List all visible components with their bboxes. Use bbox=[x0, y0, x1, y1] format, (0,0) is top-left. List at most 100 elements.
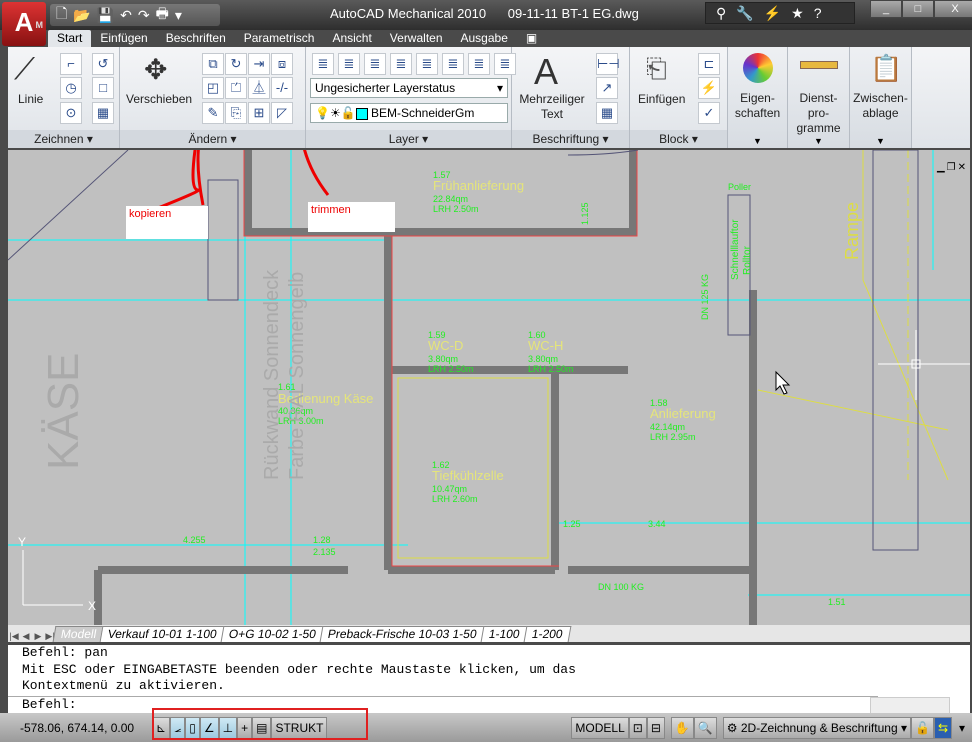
mirror-icon[interactable]: ⏅ bbox=[248, 77, 270, 99]
layout-tab[interactable]: 1-200 bbox=[523, 626, 571, 642]
layout-tab[interactable]: Preback-Frische 10-03 1-50 bbox=[319, 626, 486, 642]
save-icon[interactable]: 💾 bbox=[97, 7, 114, 24]
dienstprogramme-button[interactable]: Dienst-pro-gramme ▼ bbox=[788, 47, 850, 148]
undo-icon[interactable]: ↶ bbox=[120, 7, 132, 24]
insert-block-icon[interactable]: ⎗ bbox=[646, 53, 667, 85]
eigenschaften-button[interactable]: Eigen-schaften ▼ bbox=[728, 47, 788, 148]
first-tab-icon[interactable]: |◀ bbox=[8, 631, 20, 642]
workspace-switch[interactable]: ⚙ 2D-Zeichnung & Beschriftung ▾ bbox=[722, 716, 911, 739]
lock-icon[interactable]: 🔓 bbox=[910, 716, 934, 739]
offset-icon[interactable]: ◰ bbox=[202, 77, 224, 99]
strukt-toggle[interactable]: STRUKT bbox=[271, 716, 328, 739]
tab-start[interactable]: Start bbox=[48, 30, 92, 47]
circle-icon[interactable]: ◷ bbox=[60, 77, 82, 99]
dynamic-input-toggle[interactable]: + bbox=[237, 716, 253, 739]
tab-beschriften[interactable]: Beschriften bbox=[157, 30, 235, 47]
leader-icon[interactable]: ↗ bbox=[596, 77, 618, 99]
chamfer-icon[interactable]: ◸ bbox=[271, 102, 293, 124]
pan-icon[interactable]: ✋ bbox=[670, 716, 694, 739]
open-icon[interactable]: 📂 bbox=[73, 7, 90, 24]
new-icon[interactable]: 🗋 bbox=[56, 3, 67, 27]
layer-isolate-icon[interactable]: ≣ bbox=[416, 53, 438, 75]
panel-label[interactable]: Beschriftung ▾ bbox=[512, 130, 629, 148]
drawing-canvas[interactable]: Frühanlieferung WC-D WC-H Bedienung Käse… bbox=[8, 150, 970, 625]
help-icon[interactable]: ? bbox=[814, 5, 822, 21]
layout-tab[interactable]: O+G 10-02 1-50 bbox=[220, 626, 325, 642]
layer-state-icon[interactable]: ≣ bbox=[338, 53, 360, 75]
layer-dropdown[interactable]: 💡☀🔓 BEM-SchneiderGm bbox=[310, 103, 508, 123]
command-scrollbar[interactable] bbox=[870, 697, 950, 714]
grid-array-icon[interactable]: ⊞ bbox=[248, 102, 270, 124]
layout-view-icon[interactable]: ⊡ bbox=[628, 716, 647, 739]
tab-ausgabe[interactable]: Ausgabe bbox=[452, 30, 517, 47]
polyline-icon[interactable]: ⌐ bbox=[60, 53, 82, 75]
attribute-icon[interactable]: ✓ bbox=[698, 102, 720, 124]
layout-tab-modell[interactable]: Modell bbox=[52, 626, 105, 642]
panel-label[interactable]: Zeichnen ▾ bbox=[8, 130, 119, 148]
binoculars-icon[interactable]: ⚲ bbox=[716, 5, 726, 22]
application-menu-button[interactable]: AM bbox=[2, 2, 46, 46]
erase-icon[interactable]: ✎ bbox=[202, 102, 224, 124]
wrench-icon[interactable]: 🔧 bbox=[736, 5, 753, 22]
viewport-minimize-button[interactable]: ▁ bbox=[937, 162, 945, 173]
snap-toggle[interactable]: ⊾ bbox=[152, 716, 171, 739]
minimize-button[interactable]: _ bbox=[870, 0, 902, 18]
tab-einfuegen[interactable]: Einfügen bbox=[91, 30, 156, 47]
edit-block-icon[interactable]: ⚡ bbox=[698, 77, 720, 99]
layer-match-icon[interactable]: ≣ bbox=[364, 53, 386, 75]
ellipse-icon[interactable]: ⊙ bbox=[60, 102, 82, 124]
status-menu-icon[interactable]: ▾ bbox=[952, 721, 972, 735]
layer-properties-icon[interactable]: ≣ bbox=[312, 53, 334, 75]
array-icon[interactable]: ⧈ bbox=[271, 53, 293, 75]
panel-label[interactable]: Layer ▾ bbox=[306, 130, 511, 148]
modell-toggle[interactable]: MODELL bbox=[571, 716, 629, 739]
polar-tracking-toggle[interactable]: ⦟ bbox=[170, 716, 186, 739]
layout-tab[interactable]: Verkauf 10-01 1-100 bbox=[99, 626, 226, 642]
hatch-icon[interactable]: ▦ bbox=[92, 102, 114, 124]
panel-label[interactable]: Block ▾ bbox=[630, 130, 727, 148]
close-button[interactable]: X bbox=[934, 0, 972, 18]
prev-tab-icon[interactable]: ◀ bbox=[20, 631, 32, 642]
line-icon[interactable]: ⟋ bbox=[14, 53, 35, 87]
stretch-icon[interactable]: ⇥ bbox=[248, 53, 270, 75]
redo-icon[interactable]: ↷ bbox=[138, 7, 150, 24]
rotate-icon[interactable]: ↻ bbox=[225, 53, 247, 75]
plot-icon[interactable]: 🖶 bbox=[156, 3, 169, 27]
layer-unisolate-icon[interactable]: ≣ bbox=[442, 53, 464, 75]
multiline-text-button[interactable]: Mehrzeiliger Text bbox=[516, 92, 588, 122]
linie-button[interactable]: Linie bbox=[18, 92, 43, 107]
object-snap-toggle[interactable]: ▯ bbox=[185, 716, 200, 739]
next-tab-icon[interactable]: ▶ bbox=[32, 631, 44, 642]
layer-previous-icon[interactable]: ≣ bbox=[390, 53, 412, 75]
fillet-icon[interactable]: ⏍ bbox=[225, 77, 247, 99]
text-icon[interactable]: A bbox=[534, 51, 558, 93]
maximize-button[interactable]: □ bbox=[902, 0, 934, 18]
ribbon-minimize-icon[interactable]: ▣ bbox=[517, 30, 546, 47]
viewport-close-button[interactable]: ✕ bbox=[958, 162, 966, 173]
tab-parametrisch[interactable]: Parametrisch bbox=[235, 30, 324, 47]
create-block-icon[interactable]: ⊏ bbox=[698, 53, 720, 75]
trim-icon[interactable]: -/- bbox=[271, 77, 293, 99]
explode-icon[interactable]: ⎘ bbox=[225, 102, 247, 124]
tab-ansicht[interactable]: Ansicht bbox=[323, 30, 380, 47]
dimension-icon[interactable]: ⊢⊣ bbox=[596, 53, 620, 75]
lineweight-toggle[interactable]: ▤ bbox=[252, 716, 272, 739]
tab-verwalten[interactable]: Verwalten bbox=[381, 30, 452, 47]
table-icon[interactable]: ▦ bbox=[596, 102, 618, 124]
dynamic-ucs-toggle[interactable]: ⊥ bbox=[218, 716, 238, 739]
object-tracking-toggle[interactable]: ∠ bbox=[199, 716, 219, 739]
einfuegen-button[interactable]: Einfügen bbox=[638, 92, 685, 107]
panel-label[interactable]: Ändern ▾ bbox=[120, 130, 305, 148]
star-icon[interactable]: ★ bbox=[791, 5, 804, 22]
spline-icon[interactable]: ↺ bbox=[92, 53, 114, 75]
rectangle-icon[interactable]: □ bbox=[92, 77, 114, 99]
satellite-icon[interactable]: ⚡ bbox=[764, 5, 781, 22]
quick-view-icon[interactable]: ⊟ bbox=[646, 716, 665, 739]
layout-tab[interactable]: 1-100 bbox=[480, 626, 529, 642]
zoom-icon[interactable]: 🔍 bbox=[693, 716, 717, 739]
chevron-down-icon[interactable]: ▾ bbox=[175, 7, 182, 24]
verschieben-button[interactable]: Verschieben bbox=[126, 92, 192, 107]
move-icon[interactable]: ✥ bbox=[144, 53, 167, 86]
copy-icon[interactable]: ⧉ bbox=[202, 53, 224, 75]
viewport-restore-button[interactable]: ❐ bbox=[947, 162, 956, 173]
